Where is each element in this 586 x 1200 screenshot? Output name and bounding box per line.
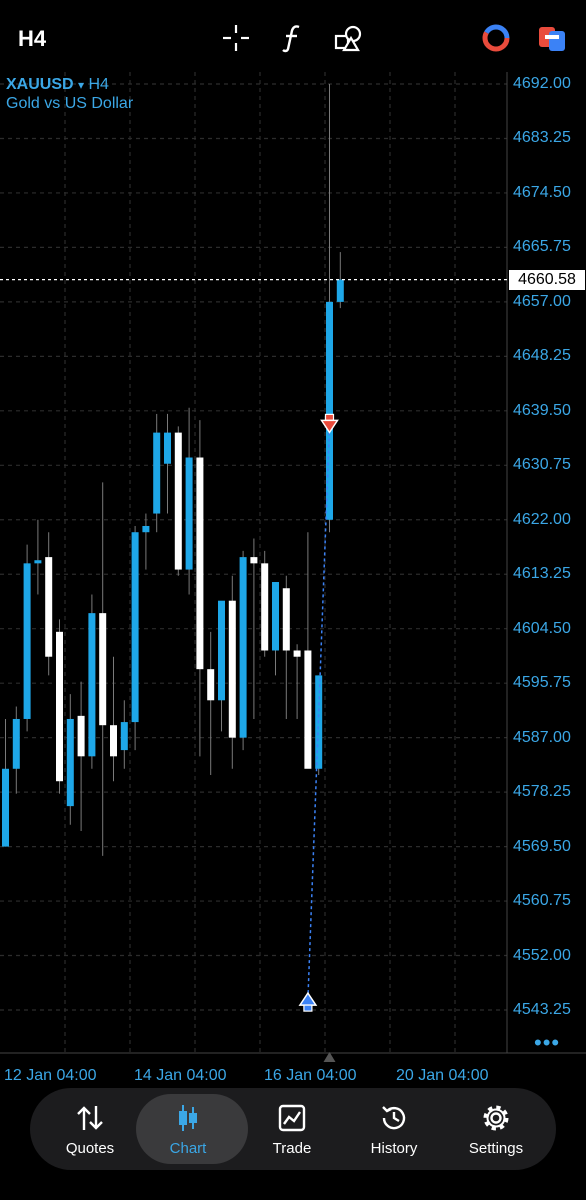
price-tick-label: 4613.25 [513,565,571,583]
candle-bull [239,557,247,738]
candle-bull [131,532,139,723]
crosshair-icon[interactable] [220,22,252,54]
candle-bear [77,715,85,757]
chart-candles-icon [179,1105,197,1131]
candle-bull [66,718,74,807]
history-clock-icon [382,1106,406,1130]
candle-bear [228,600,236,738]
price-tick-label: 4622.00 [513,510,571,528]
sell-arrow-icon [324,413,335,421]
price-tick-label: 4569.50 [513,837,571,855]
price-tick-label: 4674.50 [513,183,571,201]
price-tick-label: 4657.00 [513,292,571,310]
candle-bear [99,613,107,726]
home-indicator [220,1186,366,1191]
price-tick-label: 4552.00 [513,946,571,964]
candle-bull [12,718,20,769]
time-tick-label: 20 Jan 04:00 [396,1067,489,1084]
candle-bear [250,557,258,564]
trade-sync-icon[interactable] [480,22,512,54]
settings-gear-icon [483,1105,509,1131]
tab-label: Trade [272,1140,312,1157]
price-tick-label: 4604.50 [513,619,571,637]
tab-label: Quotes [65,1140,115,1157]
price-tick-label: 4595.75 [513,674,571,692]
price-tick-label: 4639.50 [513,401,571,419]
more-options-icon[interactable]: ••• [534,1030,560,1056]
bottom-tab-bar: Quotes Chart Trade History Settings [30,1088,556,1170]
price-tick-label: 4630.75 [513,456,571,474]
candle-bear [196,457,204,670]
price-tick-label: 4683.25 [513,129,571,147]
sell-arrow-icon [320,419,339,434]
time-tick-label: 16 Jan 04:00 [264,1067,357,1084]
buy-arrow-icon [303,1004,313,1012]
candle-bull [153,432,161,514]
candle-bear [56,631,63,782]
buy-arrow-icon [298,991,318,1006]
timeframe-selector[interactable]: H4 [18,26,46,52]
price-tick-label: 4587.00 [513,728,571,746]
candle-bear [174,432,182,570]
candle-bear [110,725,117,757]
candle-bull [34,560,42,564]
tab-settings[interactable]: Settings [444,1088,548,1170]
objects-icon[interactable] [333,22,365,54]
tab-label: History [370,1140,418,1157]
candle-bull [120,722,128,751]
quotes-arrows-icon [77,1106,103,1130]
time-tick-label: 14 Jan 04:00 [134,1067,227,1084]
candle-bear [304,650,312,769]
price-tick-label: 4692.00 [513,75,571,92]
candle-bull [2,768,9,847]
price-tick-label: 4560.75 [513,892,571,910]
price-tick-label: 4578.25 [513,783,571,801]
tab-label: Chart [169,1140,207,1157]
candle-bull [218,600,225,701]
price-tick-label: 4665.75 [513,238,571,256]
candle-bear [45,557,53,657]
time-tick-label: 12 Jan 04:00 [4,1067,97,1084]
accounts-icon[interactable] [536,22,568,54]
price-chart[interactable] [0,72,586,1072]
current-price-label: 4660.58 [509,269,585,290]
tab-trade[interactable]: Trade [240,1088,344,1170]
candle-bull [336,279,344,302]
price-tick-label: 4648.25 [513,347,571,365]
tab-label: Settings [468,1140,524,1157]
chart-symbol-header[interactable]: XAUUSD ▾ H4 [6,76,109,94]
tab-history[interactable]: History [342,1088,446,1170]
symbol-name: XAUUSD [6,76,74,93]
candle-bull [142,525,150,533]
dropdown-arrow-icon: ▾ [78,78,85,92]
chart-timeframe: H4 [88,76,109,93]
price-tick-label: 4543.25 [513,1001,571,1018]
candle-bull [272,582,279,651]
candle-bull [88,613,96,757]
tab-quotes[interactable]: Quotes [38,1088,142,1170]
tab-chart[interactable]: Chart [136,1088,248,1170]
function-icon[interactable] [277,22,309,54]
candle-bear [207,669,215,701]
candle-bull [23,563,31,719]
symbol-description: Gold vs US Dollar [6,95,134,112]
candle-bear [282,588,290,651]
trade-chart-icon [278,1104,306,1132]
candle-bull [164,432,171,464]
candle-bear [261,563,269,651]
candle-bull [185,457,193,570]
candle-bear [293,650,301,657]
top-toolbar: H4 [0,0,586,72]
